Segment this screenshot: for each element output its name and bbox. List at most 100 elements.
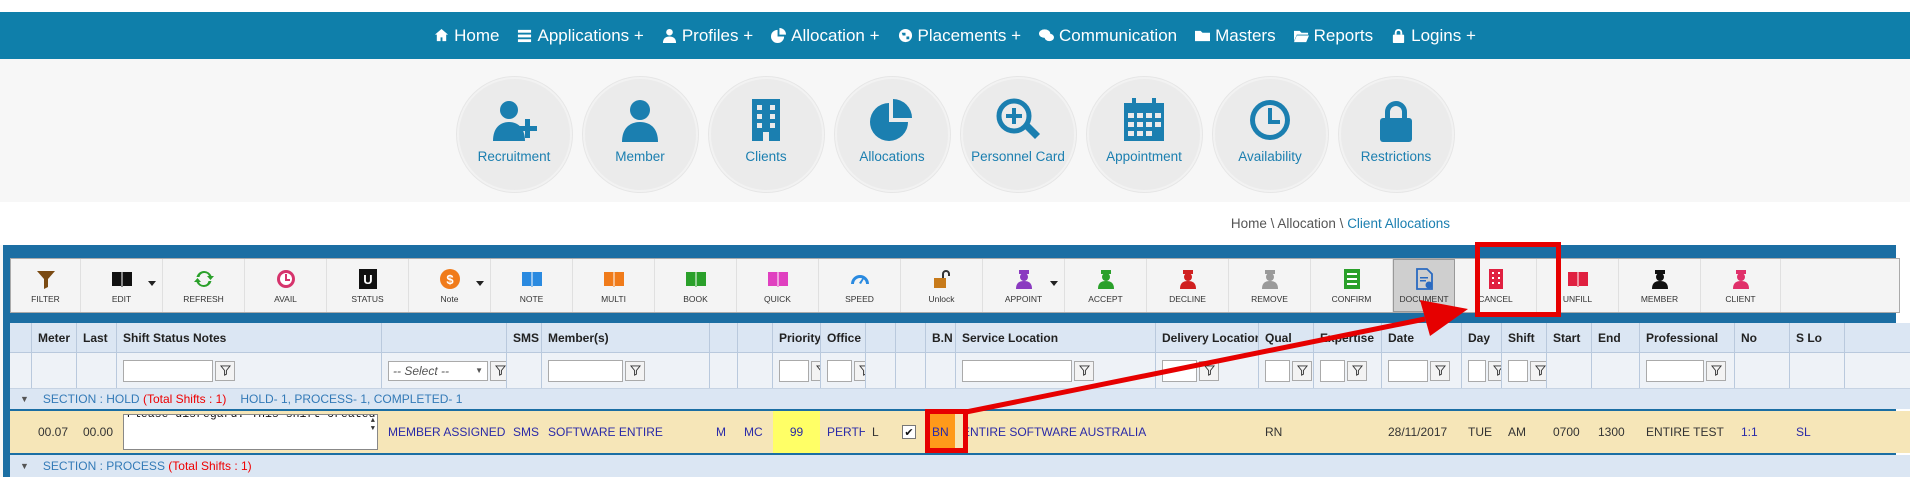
toolbar-decline-button[interactable]: DECLINE — [1147, 259, 1229, 312]
filter-button[interactable] — [811, 360, 820, 381]
cell-member[interactable]: SOFTWARE ENTIRE — [548, 425, 663, 439]
tile-clients[interactable]: Clients — [708, 77, 824, 192]
column-header[interactable]: Professional — [1640, 323, 1735, 352]
column-header[interactable]: Service Location — [956, 323, 1156, 352]
column-header[interactable]: Priority — [773, 323, 821, 352]
toolbar-client-button[interactable]: CLIENT — [1701, 259, 1781, 312]
filter-button[interactable] — [1199, 360, 1219, 381]
tile-availability[interactable]: Availability — [1212, 77, 1328, 192]
column-header[interactable] — [866, 323, 896, 352]
chevron-down-icon[interactable] — [148, 281, 156, 286]
section-hold[interactable]: ▼ SECTION : HOLD (Total Shifts : 1) HOLD… — [10, 389, 1910, 409]
column-header[interactable]: Office — [821, 323, 866, 352]
nav-item-allocation[interactable]: Allocation + — [771, 26, 880, 46]
column-header[interactable]: Date — [1382, 323, 1462, 352]
nav-item-profiles[interactable]: Profiles + — [662, 26, 753, 46]
filter-button[interactable] — [490, 360, 506, 381]
column-header[interactable] — [382, 323, 507, 352]
toolbar-note-button[interactable]: NOTE — [491, 259, 573, 312]
breadcrumb-home[interactable]: Home — [1231, 216, 1267, 231]
column-header[interactable]: End — [1592, 323, 1640, 352]
column-header[interactable] — [10, 323, 32, 352]
filter-input[interactable] — [962, 359, 1072, 382]
filter-input[interactable] — [1388, 359, 1428, 382]
row-checkbox[interactable]: ✔ — [902, 425, 916, 439]
shift-notes-textarea[interactable]: Please disregard. This shift created by … — [123, 414, 378, 450]
chevron-down-icon[interactable] — [1050, 281, 1058, 286]
tile-allocations[interactable]: Allocations — [834, 77, 950, 192]
filter-input[interactable] — [1468, 359, 1486, 382]
toolbar-cancel-button[interactable]: CANCEL — [1455, 259, 1537, 312]
toolbar-member-button[interactable]: MEMBER — [1619, 259, 1701, 312]
breadcrumb-allocation[interactable]: Allocation — [1277, 216, 1336, 231]
collapse-icon[interactable]: ▼ — [20, 461, 29, 471]
nav-item-reports[interactable]: Reports — [1293, 26, 1373, 46]
toolbar-filter-button[interactable]: FILTER — [11, 259, 81, 312]
filter-button[interactable] — [854, 360, 865, 381]
nav-item-logins[interactable]: Logins + — [1391, 26, 1476, 46]
column-header[interactable]: Last — [77, 323, 117, 352]
filter-input[interactable] — [1508, 359, 1528, 382]
toolbar-remove-button[interactable]: REMOVE — [1229, 259, 1311, 312]
column-header[interactable]: Meter — [32, 323, 77, 352]
nav-item-home[interactable]: Home — [434, 26, 499, 46]
nav-item-placements[interactable]: Placements + — [898, 26, 1021, 46]
nav-item-masters[interactable]: Masters — [1195, 26, 1276, 46]
chevron-down-icon[interactable] — [476, 281, 484, 286]
filter-button[interactable] — [1430, 360, 1450, 381]
table-row[interactable]: 00.07 00.00 Please disregard. This shift c… — [10, 411, 1910, 453]
toolbar-unlock-button[interactable]: Unlock — [901, 259, 983, 312]
filter-button[interactable] — [1292, 360, 1312, 381]
tile-personnelcard[interactable]: Personnel Card — [960, 77, 1076, 192]
toolbar-refresh-button[interactable]: REFRESH — [163, 259, 245, 312]
toolbar-note-button[interactable]: $ Note — [409, 259, 491, 312]
filter-input[interactable] — [123, 359, 213, 382]
column-header[interactable]: Day — [1462, 323, 1502, 352]
column-header[interactable]: SMS — [507, 323, 542, 352]
status-select[interactable]: -- Select -- ▼ — [388, 360, 488, 381]
toolbar-multi-button[interactable]: MULTI — [573, 259, 655, 312]
column-header[interactable]: S Lo — [1790, 323, 1845, 352]
tile-restrictions[interactable]: Restrictions — [1338, 77, 1454, 192]
column-header[interactable] — [738, 323, 773, 352]
filter-button[interactable] — [215, 360, 235, 381]
column-header[interactable]: Expertise — [1314, 323, 1382, 352]
filter-input[interactable] — [548, 359, 623, 382]
toolbar-edit-button[interactable]: EDIT — [81, 259, 163, 312]
cell-service-location[interactable]: ENTIRE SOFTWARE AUSTRALIA — [962, 425, 1146, 439]
column-header[interactable]: B.N — [926, 323, 956, 352]
column-header[interactable] — [710, 323, 738, 352]
toolbar-quick-button[interactable]: QUICK — [737, 259, 819, 312]
toolbar-document-button[interactable]: DOCUMENT — [1393, 259, 1455, 312]
filter-input[interactable] — [1265, 359, 1290, 382]
filter-input[interactable] — [1320, 359, 1345, 382]
filter-input[interactable] — [827, 359, 852, 382]
tile-appointment[interactable]: Appointment — [1086, 77, 1202, 192]
tile-recruitment[interactable]: Recruitment — [456, 77, 572, 192]
column-header[interactable] — [896, 323, 926, 352]
column-header[interactable]: Start — [1547, 323, 1592, 352]
toolbar-status-button[interactable]: U STATUS — [327, 259, 409, 312]
filter-button[interactable] — [1074, 360, 1094, 381]
filter-button[interactable] — [1530, 360, 1546, 381]
collapse-icon[interactable]: ▼ — [20, 394, 29, 404]
toolbar-accept-button[interactable]: ACCEPT — [1065, 259, 1147, 312]
tile-member[interactable]: Member — [582, 77, 698, 192]
toolbar-speed-button[interactable]: SPEED — [819, 259, 901, 312]
filter-button[interactable] — [1347, 360, 1367, 381]
column-header[interactable]: Member(s) — [542, 323, 710, 352]
column-header[interactable]: Qual — [1259, 323, 1314, 352]
filter-button[interactable] — [1488, 360, 1501, 381]
toolbar-book-button[interactable]: BOOK — [655, 259, 737, 312]
filter-input[interactable] — [1646, 359, 1704, 382]
filter-input[interactable] — [779, 359, 809, 382]
toolbar-confirm-button[interactable]: CONFIRM — [1311, 259, 1393, 312]
toolbar-appoint-button[interactable]: APPOINT — [983, 259, 1065, 312]
filter-button[interactable] — [625, 360, 645, 381]
nav-item-communication[interactable]: Communication — [1039, 26, 1177, 46]
column-header[interactable]: Delivery Location — [1156, 323, 1259, 352]
column-header[interactable]: Shift — [1502, 323, 1547, 352]
section-process[interactable]: ▼ SECTION : PROCESS (Total Shifts : 1) — [10, 455, 1910, 477]
toolbar-unfill-button[interactable]: UNFILL — [1537, 259, 1619, 312]
filter-button[interactable] — [1706, 360, 1726, 381]
